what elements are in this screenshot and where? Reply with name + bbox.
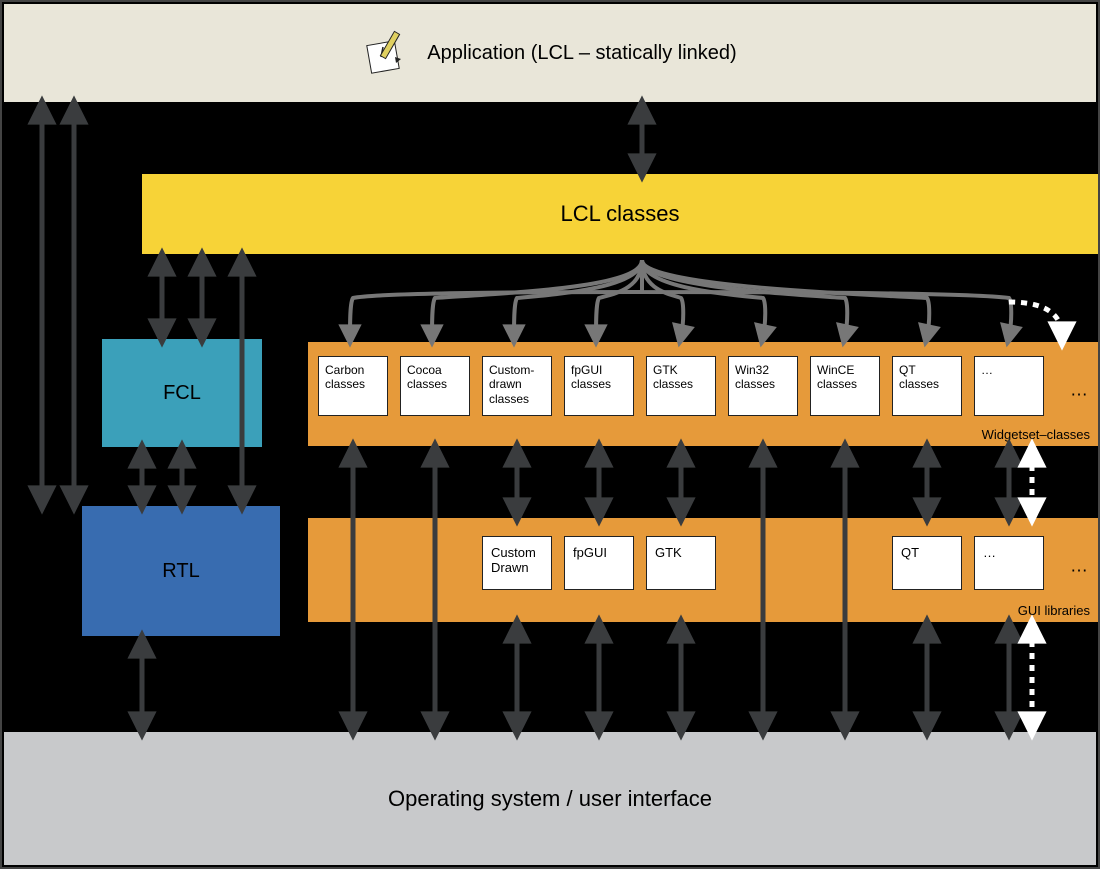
widgetset-box-fpgui: fpGUI classes (564, 356, 634, 416)
gui-box-qt: QT (892, 536, 962, 590)
widgetset-box-carbon: Carbon classes (318, 356, 388, 416)
widgetset-classes-layer: Carbon classes Cocoa classes Custom-draw… (308, 342, 1098, 446)
widgetset-ellipsis: … (1070, 379, 1090, 400)
diagram-canvas: Application (LCL – statically linked) LC… (0, 0, 1100, 869)
os-layer: Operating system / user interface (4, 732, 1096, 865)
widgetset-layer-label: Widgetset–classes (982, 427, 1090, 442)
gui-box-gtk: GTK (646, 536, 716, 590)
lcl-label: LCL classes (560, 201, 679, 227)
fcl-box: FCL (102, 339, 262, 447)
widgetset-box-more: … (974, 356, 1044, 416)
gui-box-customdrawn: Custom Drawn (482, 536, 552, 590)
widgetset-box-customdrawn: Custom-drawn classes (482, 356, 552, 416)
gui-ellipsis: … (1070, 555, 1090, 576)
application-label: Application (LCL – statically linked) (427, 42, 736, 65)
widgetset-box-qt: QT classes (892, 356, 962, 416)
widgetset-box-wince: WinCE classes (810, 356, 880, 416)
widgetset-box-win32: Win32 classes (728, 356, 798, 416)
gui-box-fpgui: fpGUI (564, 536, 634, 590)
rtl-box: RTL (82, 506, 280, 636)
widgetset-box-gtk: GTK classes (646, 356, 716, 416)
gui-box-more: … (974, 536, 1044, 590)
widgetset-box-cocoa: Cocoa classes (400, 356, 470, 416)
fcl-label: FCL (163, 382, 201, 405)
lcl-classes-layer: LCL classes (142, 174, 1098, 254)
application-pencil-icon (363, 29, 411, 77)
application-layer: Application (LCL – statically linked) (4, 4, 1096, 102)
gui-libraries-layer: Custom Drawn fpGUI GTK QT … … GUI librar… (308, 518, 1098, 622)
gui-layer-label: GUI libraries (1018, 603, 1090, 618)
os-label: Operating system / user interface (388, 786, 712, 812)
rtl-label: RTL (162, 560, 199, 583)
